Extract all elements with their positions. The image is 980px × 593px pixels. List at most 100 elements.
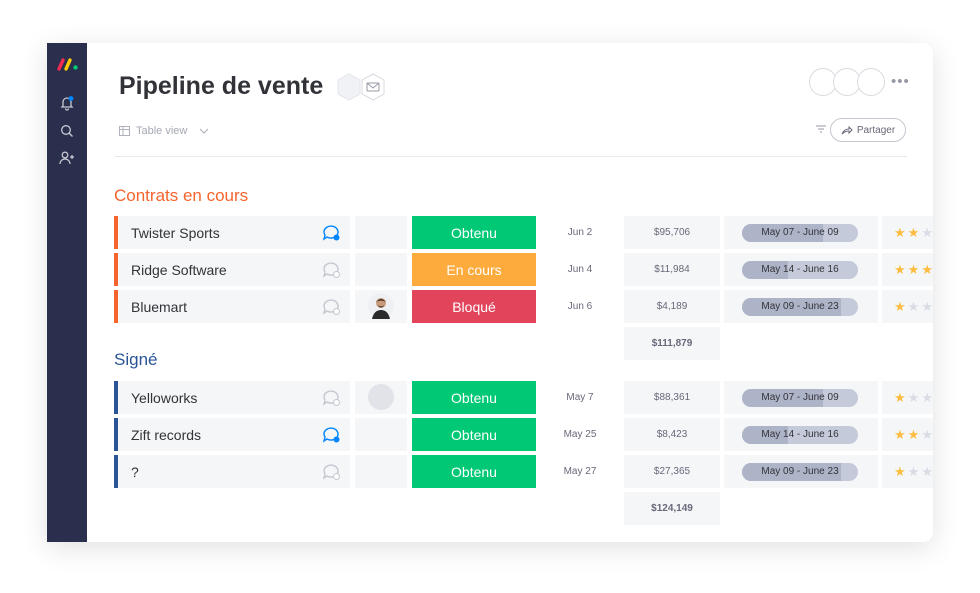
- timeline-cell[interactable]: May 09 - June 23: [724, 455, 878, 488]
- updates-bubble-icon[interactable]: [321, 224, 341, 242]
- table-row[interactable]: Ridge Software En cours Jun 4 $11,984 May 14…: [114, 253, 933, 286]
- rating-cell[interactable]: ★★★: [882, 253, 933, 286]
- date-cell[interactable]: May 25: [540, 418, 620, 451]
- rating-cell[interactable]: ★★★: [882, 381, 933, 414]
- timeline-cell[interactable]: May 14 - June 16: [724, 253, 878, 286]
- updates-bubble-icon[interactable]: [321, 426, 341, 444]
- monday-logo-icon[interactable]: [57, 57, 79, 71]
- owner-avatar[interactable]: [368, 293, 394, 319]
- star-icon[interactable]: ★: [894, 427, 908, 442]
- date-cell[interactable]: Jun 4: [540, 253, 620, 286]
- star-icon[interactable]: ★: [908, 262, 922, 277]
- owner-cell[interactable]: [355, 418, 407, 451]
- owner-cell[interactable]: [355, 253, 407, 286]
- updates-bubble-icon[interactable]: [321, 463, 341, 481]
- star-icon[interactable]: ★: [921, 390, 933, 405]
- star-icon[interactable]: ★: [894, 262, 908, 277]
- timeline-bar[interactable]: May 07 - June 09: [742, 224, 858, 242]
- timeline-cell[interactable]: May 07 - June 09: [724, 216, 878, 249]
- owner-cell[interactable]: [355, 455, 407, 488]
- updates-bubble-icon[interactable]: [321, 261, 341, 279]
- status-cell[interactable]: Obtenu: [412, 216, 536, 249]
- timeline-cell[interactable]: May 07 - June 09: [724, 381, 878, 414]
- star-icon[interactable]: ★: [921, 262, 933, 277]
- amount-cell[interactable]: $11,984: [624, 253, 720, 286]
- amount-cell[interactable]: $8,423: [624, 418, 720, 451]
- status-cell[interactable]: Bloqué: [412, 290, 536, 323]
- invite-button[interactable]: [56, 147, 78, 169]
- date-cell[interactable]: Jun 6: [540, 290, 620, 323]
- star-icon[interactable]: ★: [908, 390, 922, 405]
- timeline-bar[interactable]: May 14 - June 16: [742, 261, 858, 279]
- star-icon[interactable]: ★: [921, 427, 933, 442]
- group-title[interactable]: Signé: [114, 350, 157, 370]
- timeline-bar[interactable]: May 07 - June 09: [742, 389, 858, 407]
- status-cell[interactable]: Obtenu: [412, 381, 536, 414]
- date-cell[interactable]: May 27: [540, 455, 620, 488]
- item-name-cell[interactable]: Zift records: [114, 418, 350, 451]
- table-row[interactable]: Bluemart Bloqué Jun 6 $4,189 May 09 - June 2…: [114, 290, 933, 323]
- item-name[interactable]: Zift records: [131, 427, 201, 443]
- timeline-bar[interactable]: May 09 - June 23: [742, 463, 858, 481]
- search-button[interactable]: [56, 120, 78, 142]
- filter-icon[interactable]: [816, 125, 826, 133]
- star-icon[interactable]: ★: [921, 225, 933, 240]
- rating-cell[interactable]: ★★★: [882, 216, 933, 249]
- item-name[interactable]: Bluemart: [131, 299, 187, 315]
- view-selector[interactable]: Table view: [119, 125, 210, 137]
- item-name-cell[interactable]: Yelloworks: [114, 381, 350, 414]
- amount-cell[interactable]: $27,365: [624, 455, 720, 488]
- rating-cell[interactable]: ★★★: [882, 418, 933, 451]
- date-cell[interactable]: Jun 2: [540, 216, 620, 249]
- star-icon[interactable]: ★: [894, 390, 908, 405]
- star-icon[interactable]: ★: [908, 464, 922, 479]
- item-name[interactable]: Yelloworks: [131, 390, 197, 406]
- item-name-cell[interactable]: Twister Sports: [114, 216, 350, 249]
- item-name-cell[interactable]: Bluemart: [114, 290, 350, 323]
- amount-cell[interactable]: $88,361: [624, 381, 720, 414]
- table-row[interactable]: ? Obtenu May 27 $27,365 May 09 - June 23 ★★★: [114, 455, 933, 488]
- status-cell[interactable]: En cours: [412, 253, 536, 286]
- board-members-icon[interactable]: [336, 72, 390, 102]
- star-icon[interactable]: ★: [894, 299, 908, 314]
- item-name[interactable]: ?: [131, 464, 139, 480]
- star-icon[interactable]: ★: [908, 299, 922, 314]
- owner-avatar-empty[interactable]: [368, 384, 394, 410]
- timeline-cell[interactable]: May 14 - June 16: [724, 418, 878, 451]
- star-icon[interactable]: ★: [921, 299, 933, 314]
- star-icon[interactable]: ★: [908, 427, 922, 442]
- group-title[interactable]: Contrats en cours: [114, 186, 248, 206]
- updates-bubble-icon[interactable]: [321, 298, 341, 316]
- date-cell[interactable]: May 7: [540, 381, 620, 414]
- star-icon[interactable]: ★: [894, 225, 908, 240]
- amount-cell[interactable]: $4,189: [624, 290, 720, 323]
- owner-cell[interactable]: [355, 381, 407, 414]
- notifications-button[interactable]: [56, 92, 78, 114]
- timeline-bar[interactable]: May 09 - June 23: [742, 298, 858, 316]
- share-button[interactable]: Partager: [830, 118, 906, 142]
- table-row[interactable]: Twister Sports Obtenu Jun 2 $95,706 May 07 -…: [114, 216, 933, 249]
- owner-cell[interactable]: [355, 216, 407, 249]
- item-name-cell[interactable]: ?: [114, 455, 350, 488]
- updates-bubble-icon[interactable]: [321, 389, 341, 407]
- board-avatars[interactable]: [809, 68, 887, 98]
- more-options-button[interactable]: •••: [891, 73, 910, 90]
- star-icon[interactable]: ★: [894, 464, 908, 479]
- table-row[interactable]: Yelloworks Obtenu May 7 $88,361 May 07 - Jun…: [114, 381, 933, 414]
- amount-cell[interactable]: $95,706: [624, 216, 720, 249]
- star-icon[interactable]: ★: [908, 225, 922, 240]
- table-row[interactable]: Zift records Obtenu May 25 $8,423 May 14 - J…: [114, 418, 933, 451]
- rating-cell[interactable]: ★★★: [882, 290, 933, 323]
- timeline-cell[interactable]: May 09 - June 23: [724, 290, 878, 323]
- item-name[interactable]: Ridge Software: [131, 262, 227, 278]
- star-icon[interactable]: ★: [921, 464, 933, 479]
- board-title[interactable]: Pipeline de vente: [119, 72, 323, 101]
- timeline-bar[interactable]: May 14 - June 16: [742, 426, 858, 444]
- owner-cell[interactable]: [355, 290, 407, 323]
- status-cell[interactable]: Obtenu: [412, 418, 536, 451]
- avatar[interactable]: [857, 68, 885, 96]
- item-name-cell[interactable]: Ridge Software: [114, 253, 350, 286]
- rating-cell[interactable]: ★★★: [882, 455, 933, 488]
- item-name[interactable]: Twister Sports: [131, 225, 220, 241]
- status-cell[interactable]: Obtenu: [412, 455, 536, 488]
